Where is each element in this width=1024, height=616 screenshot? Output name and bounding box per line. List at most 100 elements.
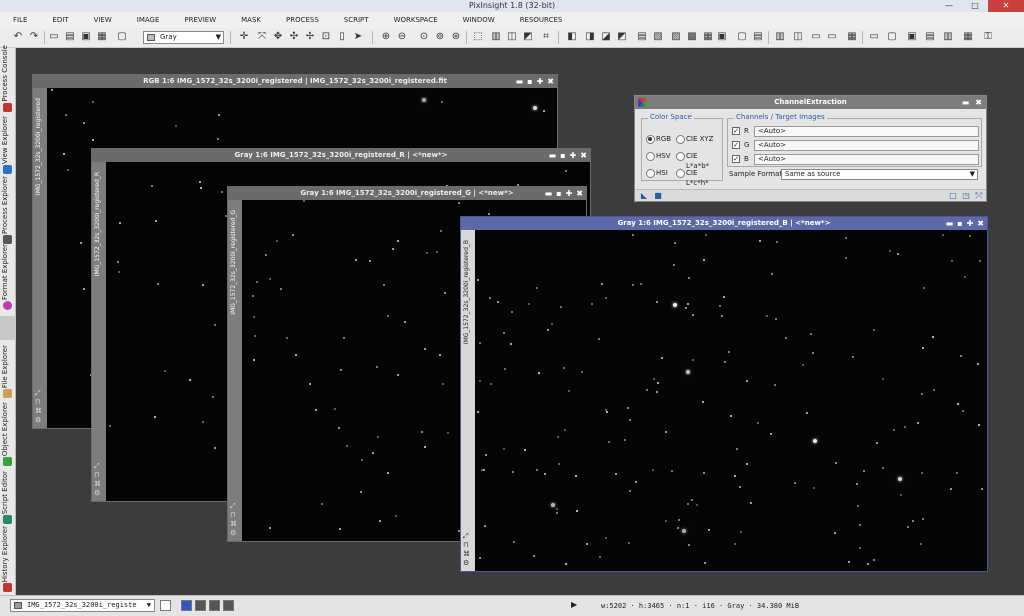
pointer-icon[interactable]: ➤: [352, 31, 364, 43]
view-mode-green-icon[interactable]: [209, 600, 220, 611]
gear-icon[interactable]: ⚙: [94, 489, 101, 498]
pan-mode-icon[interactable]: ✥: [272, 31, 284, 43]
new-instance-icon[interactable]: ◣: [640, 192, 648, 200]
close-window-button[interactable]: ✖: [547, 75, 554, 88]
view-mode-rgb-icon[interactable]: [181, 600, 192, 611]
maximize-window-button[interactable]: ✚: [537, 75, 544, 88]
link-icon[interactable]: ⤢: [230, 502, 237, 511]
close-panel-button[interactable]: ✖: [975, 96, 982, 109]
lock-icon[interactable]: ⊓: [35, 398, 42, 407]
screen-icon[interactable]: ▢: [886, 31, 898, 43]
menu-edit[interactable]: EDIT: [45, 16, 75, 24]
view-mode-blue-icon[interactable]: [223, 600, 234, 611]
menu-process[interactable]: PROCESS: [279, 16, 326, 24]
play-icon[interactable]: ▶: [571, 600, 577, 609]
zoom-out-icon[interactable]: ⊖: [396, 31, 408, 43]
channel-r-target-field[interactable]: <Auto>: [754, 126, 979, 137]
sidebar-tab-process-explorer[interactable]: Process Explorer: [0, 176, 16, 246]
menu-mask[interactable]: MASK: [234, 16, 268, 24]
shade-button[interactable]: ▬: [545, 187, 553, 200]
radio-cie-lab[interactable]: CIE L*a*b*: [676, 151, 722, 170]
image-window-title[interactable]: Gray 1:6 IMG_1572_32s_3200i_registered_G…: [228, 187, 586, 200]
lock-icon[interactable]: ⊓: [230, 511, 237, 520]
color-space-combo[interactable]: Gray ▼: [143, 31, 224, 44]
mask-show-icon[interactable]: ◩: [616, 31, 628, 43]
maximize-window-button[interactable]: ✚: [566, 187, 573, 200]
gear-icon[interactable]: ⚙: [35, 416, 42, 425]
sidebar-tab-format-explorer[interactable]: Format Explorer: [0, 244, 16, 312]
preview-list-icon[interactable]: ▥: [490, 31, 502, 43]
menu-script[interactable]: SCRIPT: [337, 16, 376, 24]
new-image-icon[interactable]: ▭: [48, 31, 60, 43]
sidebar-tab-script-editor[interactable]: Script Editor: [0, 470, 16, 526]
menu-file[interactable]: FILE: [6, 16, 34, 24]
minimize-button[interactable]: —: [936, 0, 962, 12]
menu-view[interactable]: VIEW: [87, 16, 119, 24]
display-mode-icon[interactable]: ▤: [752, 31, 764, 43]
browse-doc-icon[interactable]: □: [949, 192, 957, 200]
maximize-window-button[interactable]: ✚: [570, 149, 577, 162]
menu-resources[interactable]: RESOURCES: [513, 16, 570, 24]
sidebar-tab-file-explorer[interactable]: File Explorer: [0, 344, 16, 400]
close-window-button[interactable]: ✖: [580, 149, 587, 162]
iconize-button[interactable]: ▪: [560, 149, 565, 162]
redo-icon[interactable]: ↷: [28, 31, 40, 43]
image-canvas[interactable]: [475, 230, 987, 571]
gear-icon[interactable]: ⚙: [230, 529, 237, 538]
tag-icon[interactable]: ⌘: [463, 550, 470, 559]
iconize-button[interactable]: ▪: [957, 217, 962, 230]
preview-edit-icon[interactable]: ◫: [506, 31, 518, 43]
channel-extraction-panel[interactable]: ChannelExtraction ▬ ✖ Color Space RGB HS…: [634, 95, 987, 202]
radio-hsi[interactable]: HSI: [646, 168, 668, 178]
crop-icon[interactable]: ⊡: [320, 31, 332, 43]
mask-enable-icon[interactable]: ▤: [636, 31, 648, 43]
stf-reset-icon[interactable]: ▦: [702, 31, 714, 43]
sidebar-tab-history-explorer[interactable]: History Explorer: [0, 526, 16, 594]
view-options-icon[interactable]: [160, 600, 171, 611]
maximize-button[interactable]: □: [962, 0, 988, 12]
workspace-icon[interactable]: ◫: [792, 31, 804, 43]
monitor-icon[interactable]: ▭: [868, 31, 880, 43]
workspace-prev-icon[interactable]: ▭: [826, 31, 838, 43]
channel-b-checkbox[interactable]: ✓: [732, 155, 740, 163]
tag-icon[interactable]: ⌘: [94, 480, 101, 489]
panel-titlebar[interactable]: ChannelExtraction ▬ ✖: [635, 96, 986, 109]
radio-rgb[interactable]: RGB: [646, 134, 671, 144]
sidebar-tab-object-explorer[interactable]: Object Explorer: [0, 402, 16, 468]
stf-icon[interactable]: ▨: [670, 31, 682, 43]
move-icon[interactable]: ✢: [304, 31, 316, 43]
save-as-icon[interactable]: ▦: [96, 31, 108, 43]
open-icon[interactable]: ▤: [64, 31, 76, 43]
workspace-next-icon[interactable]: ▭: [810, 31, 822, 43]
channel-g-target-field[interactable]: <Auto>: [754, 140, 979, 151]
menu-workspace[interactable]: WORKSPACE: [387, 16, 445, 24]
mask-invert-icon[interactable]: ◪: [600, 31, 612, 43]
stf-link-icon[interactable]: ▣: [716, 31, 728, 43]
reset-icon[interactable]: ⤲: [975, 192, 983, 200]
upload-icon[interactable]: ▦: [962, 31, 974, 43]
readout-mode-icon[interactable]: ✛: [238, 31, 250, 43]
link-icon[interactable]: ⤢: [35, 389, 42, 398]
shade-button[interactable]: ▬: [549, 149, 557, 162]
iconize-button[interactable]: ▪: [527, 75, 532, 88]
close-image-icon[interactable]: ▢: [116, 31, 128, 43]
sidebar-tab-process-console[interactable]: Process Console: [0, 45, 16, 114]
radio-hsv[interactable]: HSV: [646, 151, 671, 161]
export-icon[interactable]: ▣: [906, 31, 918, 43]
import-icon[interactable]: ▤: [924, 31, 936, 43]
stf-auto-icon[interactable]: ▩: [686, 31, 698, 43]
new-preview-icon[interactable]: ⬚: [472, 31, 484, 43]
menu-preview[interactable]: PREVIEW: [177, 16, 223, 24]
lock-icon[interactable]: ⊓: [463, 541, 470, 550]
menu-image[interactable]: IMAGE: [130, 16, 167, 24]
undo-icon[interactable]: ↶: [12, 31, 24, 43]
zoom-fit-icon[interactable]: ⤧: [256, 31, 268, 43]
gear-icon[interactable]: ⚙: [463, 559, 470, 568]
sample-format-select[interactable]: Same as source ▼: [781, 169, 978, 180]
radio-cie-lch[interactable]: CIE L*c*h*: [676, 168, 722, 187]
image-window-title[interactable]: Gray 1:6 IMG_1572_32s_3200i_registered_B…: [461, 217, 987, 230]
sidebar-tab-view-explorer[interactable]: View Explorer: [0, 116, 16, 176]
shade-button[interactable]: ▬: [946, 217, 954, 230]
view-mode-red-icon[interactable]: [195, 600, 206, 611]
iconize-button[interactable]: ▪: [556, 187, 561, 200]
